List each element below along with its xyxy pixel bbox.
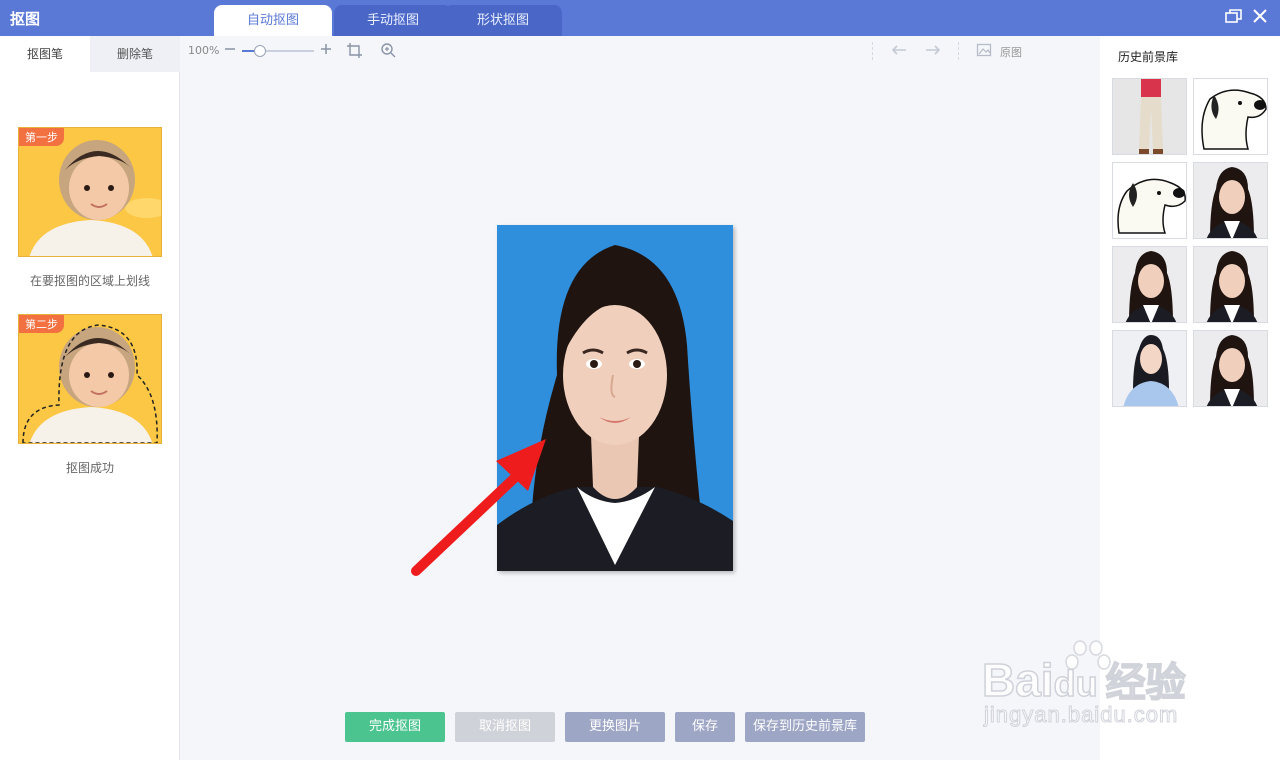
toolbar-divider xyxy=(958,42,959,60)
restore-window-icon[interactable] xyxy=(1225,8,1243,29)
history-thumbnail[interactable] xyxy=(1193,330,1268,407)
zoom-slider[interactable] xyxy=(242,50,314,52)
original-image-icon[interactable] xyxy=(976,42,992,63)
title-bar: 抠图 自动抠图 手动抠图 形状抠图 xyxy=(0,0,1280,36)
save-to-history-button[interactable]: 保存到历史前景库 xyxy=(745,712,865,742)
replace-image-button[interactable]: 更换图片 xyxy=(565,712,665,742)
zoom-slider-handle[interactable] xyxy=(254,45,266,57)
watermark-brand-cn: 经验 xyxy=(1105,660,1187,706)
fit-screen-icon[interactable] xyxy=(346,42,364,65)
watermark-brand: Baidu 经验 xyxy=(981,650,1187,708)
zoom-in-icon[interactable] xyxy=(320,41,332,62)
baidu-watermark: Baidu 经验 jingyan.baidu.com xyxy=(981,640,1222,735)
step-one-caption: 在要抠图的区域上划线 xyxy=(29,274,150,288)
complete-cutout-button[interactable]: 完成抠图 xyxy=(345,712,445,742)
history-thumbnail[interactable] xyxy=(1112,162,1187,239)
zoom-level: 100% xyxy=(188,44,220,57)
step-two-image: 第二步 xyxy=(18,314,162,444)
tab-erase-brush[interactable]: 删除笔 xyxy=(90,36,180,72)
step-badge: 第一步 xyxy=(19,128,64,146)
close-icon[interactable] xyxy=(1252,8,1268,29)
app-window: 抠图 自动抠图 手动抠图 形状抠图 抠图笔 删除笔 第一步 在要抠图的区域上划线… xyxy=(0,0,1280,760)
history-thumbnail[interactable] xyxy=(1112,78,1187,155)
baby-illustration-outlined xyxy=(19,315,161,443)
brush-tabs: 抠图笔 删除笔 xyxy=(0,36,180,72)
tab-cutout-brush[interactable]: 抠图笔 xyxy=(0,36,90,72)
history-thumbnail[interactable] xyxy=(1112,330,1187,407)
actual-size-icon[interactable] xyxy=(380,42,396,63)
undo-arrow-icon[interactable] xyxy=(890,42,908,63)
tab-manual-cutout[interactable]: 手动抠图 xyxy=(334,5,452,36)
step-two-caption: 抠图成功 xyxy=(65,461,114,475)
redo-arrow-icon[interactable] xyxy=(924,42,942,63)
zoom-out-icon[interactable] xyxy=(224,41,236,62)
baby-illustration xyxy=(19,128,161,256)
tab-shape-cutout[interactable]: 形状抠图 xyxy=(444,5,562,36)
left-panel: 抠图笔 删除笔 第一步 在要抠图的区域上划线 第二步 抠图成功 xyxy=(0,36,180,760)
watermark-brand-bai: Bai xyxy=(981,653,1054,707)
watermark-url: jingyan.baidu.com xyxy=(983,702,1179,728)
cancel-cutout-button[interactable]: 取消抠图 xyxy=(455,712,555,742)
history-panel-title: 历史前景库 xyxy=(1118,50,1179,64)
canvas-toolbar: 100% 原图 xyxy=(180,36,1100,66)
watermark-brand-du: du xyxy=(1053,662,1098,705)
tab-auto-cutout[interactable]: 自动抠图 xyxy=(214,5,332,36)
step-badge: 第二步 xyxy=(19,315,64,333)
toolbar-divider xyxy=(872,42,873,60)
history-thumbnail[interactable] xyxy=(1112,246,1187,323)
red-arrow-annotation xyxy=(411,439,546,576)
original-image-label[interactable]: 原图 xyxy=(1000,44,1022,60)
save-button[interactable]: 保存 xyxy=(675,712,735,742)
app-title: 抠图 xyxy=(10,10,41,28)
history-thumbnail[interactable] xyxy=(1193,78,1268,155)
step-one-image: 第一步 xyxy=(18,127,162,257)
history-thumbnail[interactable] xyxy=(1193,246,1268,323)
history-thumbnail[interactable] xyxy=(1193,162,1268,239)
